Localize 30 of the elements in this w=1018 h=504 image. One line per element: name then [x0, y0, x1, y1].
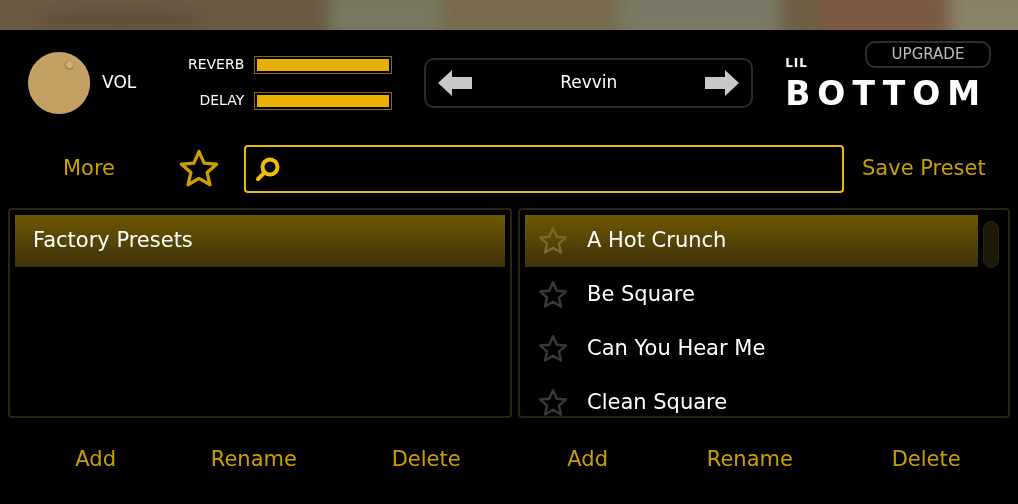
left-arrow-icon[interactable]: [438, 69, 473, 96]
list-item[interactable]: Can You Hear Me: [525, 323, 978, 375]
favorite-star-icon[interactable]: [537, 225, 569, 257]
panel-button[interactable]: Add: [567, 444, 609, 476]
panel-button[interactable]: Delete: [891, 444, 961, 476]
volume-knob[interactable]: [27, 49, 92, 116]
panel-button[interactable]: Add: [75, 444, 117, 476]
slider-label: REVERB: [186, 55, 245, 74]
panel-button[interactable]: Rename: [210, 444, 297, 476]
list-item[interactable]: A Hot Crunch: [525, 215, 978, 267]
list-item[interactable]: Clean Square: [525, 377, 978, 416]
panel-button[interactable]: Rename: [706, 444, 793, 476]
list-item[interactable]: Be Square: [525, 269, 978, 321]
favorite-star-icon[interactable]: [537, 333, 569, 365]
right-arrow-icon[interactable]: [705, 69, 740, 96]
volume-label: VOL: [102, 70, 137, 94]
more-button[interactable]: More: [39, 153, 139, 185]
logo-text: BOTTOM: [785, 76, 988, 110]
logo-small-text: LIL: [785, 56, 808, 69]
favorite-star-icon[interactable]: [537, 387, 569, 416]
list-item[interactable]: Factory Presets: [15, 215, 505, 267]
upgrade-button[interactable]: UPGRADE: [865, 40, 991, 68]
slider-label: DELAY: [198, 91, 245, 110]
preset-name: Revvin: [560, 70, 618, 94]
panel-button[interactable]: Delete: [391, 444, 461, 476]
favorite-star-icon[interactable]: [537, 279, 569, 311]
save-preset-button[interactable]: Save Preset: [862, 153, 986, 185]
search-icon: [254, 155, 282, 183]
search-field[interactable]: [244, 145, 844, 193]
scrollbar-thumb[interactable]: [983, 221, 999, 268]
